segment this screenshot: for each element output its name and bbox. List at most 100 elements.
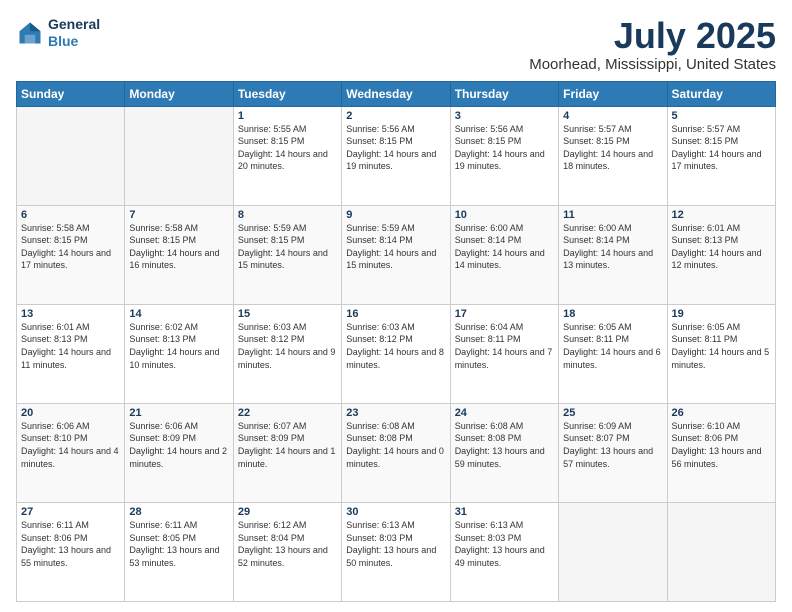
calendar-week-5: 27Sunrise: 6:11 AM Sunset: 8:06 PM Dayli… (17, 502, 776, 601)
day-info: Sunrise: 6:08 AM Sunset: 8:08 PM Dayligh… (346, 420, 445, 470)
day-info: Sunrise: 6:06 AM Sunset: 8:10 PM Dayligh… (21, 420, 120, 470)
calendar-cell: 16Sunrise: 6:03 AM Sunset: 8:12 PM Dayli… (342, 304, 450, 403)
calendar-cell: 21Sunrise: 6:06 AM Sunset: 8:09 PM Dayli… (125, 403, 233, 502)
day-info: Sunrise: 5:58 AM Sunset: 8:15 PM Dayligh… (21, 222, 120, 272)
calendar-cell: 23Sunrise: 6:08 AM Sunset: 8:08 PM Dayli… (342, 403, 450, 502)
day-number: 19 (672, 308, 771, 320)
day-info: Sunrise: 6:03 AM Sunset: 8:12 PM Dayligh… (346, 321, 445, 371)
calendar-cell: 13Sunrise: 6:01 AM Sunset: 8:13 PM Dayli… (17, 304, 125, 403)
col-header-saturday: Saturday (667, 81, 775, 106)
calendar-cell (17, 106, 125, 205)
calendar-cell: 8Sunrise: 5:59 AM Sunset: 8:15 PM Daylig… (233, 205, 341, 304)
calendar-cell: 14Sunrise: 6:02 AM Sunset: 8:13 PM Dayli… (125, 304, 233, 403)
calendar-week-4: 20Sunrise: 6:06 AM Sunset: 8:10 PM Dayli… (17, 403, 776, 502)
day-info: Sunrise: 5:57 AM Sunset: 8:15 PM Dayligh… (672, 123, 771, 173)
day-number: 4 (563, 110, 662, 122)
day-number: 14 (129, 308, 228, 320)
day-info: Sunrise: 5:57 AM Sunset: 8:15 PM Dayligh… (563, 123, 662, 173)
day-number: 24 (455, 407, 554, 419)
day-info: Sunrise: 6:05 AM Sunset: 8:11 PM Dayligh… (672, 321, 771, 371)
calendar-cell: 7Sunrise: 5:58 AM Sunset: 8:15 PM Daylig… (125, 205, 233, 304)
title-block: July 2025 Moorhead, Mississippi, United … (529, 16, 776, 73)
day-number: 22 (238, 407, 337, 419)
day-number: 10 (455, 209, 554, 221)
calendar-cell: 29Sunrise: 6:12 AM Sunset: 8:04 PM Dayli… (233, 502, 341, 601)
logo-general: General (48, 16, 100, 33)
day-number: 2 (346, 110, 445, 122)
calendar-week-1: 1Sunrise: 5:55 AM Sunset: 8:15 PM Daylig… (17, 106, 776, 205)
day-info: Sunrise: 6:10 AM Sunset: 8:06 PM Dayligh… (672, 420, 771, 470)
day-number: 6 (21, 209, 120, 221)
logo-blue: Blue (48, 33, 100, 50)
day-info: Sunrise: 5:58 AM Sunset: 8:15 PM Dayligh… (129, 222, 228, 272)
subtitle: Moorhead, Mississippi, United States (529, 56, 776, 73)
calendar-cell: 3Sunrise: 5:56 AM Sunset: 8:15 PM Daylig… (450, 106, 558, 205)
day-number: 26 (672, 407, 771, 419)
day-number: 18 (563, 308, 662, 320)
day-number: 13 (21, 308, 120, 320)
day-number: 29 (238, 506, 337, 518)
day-info: Sunrise: 6:05 AM Sunset: 8:11 PM Dayligh… (563, 321, 662, 371)
main-title: July 2025 (529, 16, 776, 56)
day-info: Sunrise: 5:56 AM Sunset: 8:15 PM Dayligh… (346, 123, 445, 173)
calendar-week-2: 6Sunrise: 5:58 AM Sunset: 8:15 PM Daylig… (17, 205, 776, 304)
calendar-cell: 15Sunrise: 6:03 AM Sunset: 8:12 PM Dayli… (233, 304, 341, 403)
day-number: 31 (455, 506, 554, 518)
day-number: 8 (238, 209, 337, 221)
calendar-cell: 5Sunrise: 5:57 AM Sunset: 8:15 PM Daylig… (667, 106, 775, 205)
logo: General Blue (16, 16, 100, 50)
calendar-cell (667, 502, 775, 601)
calendar-cell: 26Sunrise: 6:10 AM Sunset: 8:06 PM Dayli… (667, 403, 775, 502)
calendar-cell: 4Sunrise: 5:57 AM Sunset: 8:15 PM Daylig… (559, 106, 667, 205)
day-info: Sunrise: 6:09 AM Sunset: 8:07 PM Dayligh… (563, 420, 662, 470)
header-row: SundayMondayTuesdayWednesdayThursdayFrid… (17, 81, 776, 106)
calendar-table: SundayMondayTuesdayWednesdayThursdayFrid… (16, 81, 776, 602)
day-info: Sunrise: 6:08 AM Sunset: 8:08 PM Dayligh… (455, 420, 554, 470)
day-number: 12 (672, 209, 771, 221)
calendar-cell: 2Sunrise: 5:56 AM Sunset: 8:15 PM Daylig… (342, 106, 450, 205)
day-info: Sunrise: 5:59 AM Sunset: 8:14 PM Dayligh… (346, 222, 445, 272)
day-number: 28 (129, 506, 228, 518)
calendar-cell (559, 502, 667, 601)
day-info: Sunrise: 6:01 AM Sunset: 8:13 PM Dayligh… (21, 321, 120, 371)
calendar-cell: 24Sunrise: 6:08 AM Sunset: 8:08 PM Dayli… (450, 403, 558, 502)
day-info: Sunrise: 5:55 AM Sunset: 8:15 PM Dayligh… (238, 123, 337, 173)
day-number: 25 (563, 407, 662, 419)
day-number: 11 (563, 209, 662, 221)
day-info: Sunrise: 5:59 AM Sunset: 8:15 PM Dayligh… (238, 222, 337, 272)
day-number: 16 (346, 308, 445, 320)
calendar-cell: 9Sunrise: 5:59 AM Sunset: 8:14 PM Daylig… (342, 205, 450, 304)
day-info: Sunrise: 6:04 AM Sunset: 8:11 PM Dayligh… (455, 321, 554, 371)
day-number: 27 (21, 506, 120, 518)
calendar-cell: 10Sunrise: 6:00 AM Sunset: 8:14 PM Dayli… (450, 205, 558, 304)
calendar-cell: 11Sunrise: 6:00 AM Sunset: 8:14 PM Dayli… (559, 205, 667, 304)
calendar-cell: 27Sunrise: 6:11 AM Sunset: 8:06 PM Dayli… (17, 502, 125, 601)
page: General Blue July 2025 Moorhead, Mississ… (0, 0, 792, 612)
day-info: Sunrise: 6:02 AM Sunset: 8:13 PM Dayligh… (129, 321, 228, 371)
calendar-cell: 30Sunrise: 6:13 AM Sunset: 8:03 PM Dayli… (342, 502, 450, 601)
day-info: Sunrise: 5:56 AM Sunset: 8:15 PM Dayligh… (455, 123, 554, 173)
logo-icon (16, 19, 44, 47)
day-info: Sunrise: 6:06 AM Sunset: 8:09 PM Dayligh… (129, 420, 228, 470)
calendar-cell: 18Sunrise: 6:05 AM Sunset: 8:11 PM Dayli… (559, 304, 667, 403)
day-info: Sunrise: 6:11 AM Sunset: 8:05 PM Dayligh… (129, 519, 228, 569)
day-number: 20 (21, 407, 120, 419)
day-info: Sunrise: 6:07 AM Sunset: 8:09 PM Dayligh… (238, 420, 337, 470)
day-info: Sunrise: 6:13 AM Sunset: 8:03 PM Dayligh… (455, 519, 554, 569)
day-info: Sunrise: 6:00 AM Sunset: 8:14 PM Dayligh… (563, 222, 662, 272)
calendar-cell: 20Sunrise: 6:06 AM Sunset: 8:10 PM Dayli… (17, 403, 125, 502)
header: General Blue July 2025 Moorhead, Mississ… (16, 16, 776, 73)
calendar-cell: 25Sunrise: 6:09 AM Sunset: 8:07 PM Dayli… (559, 403, 667, 502)
day-number: 21 (129, 407, 228, 419)
calendar-cell: 19Sunrise: 6:05 AM Sunset: 8:11 PM Dayli… (667, 304, 775, 403)
col-header-thursday: Thursday (450, 81, 558, 106)
calendar-cell: 12Sunrise: 6:01 AM Sunset: 8:13 PM Dayli… (667, 205, 775, 304)
calendar-cell: 31Sunrise: 6:13 AM Sunset: 8:03 PM Dayli… (450, 502, 558, 601)
day-number: 30 (346, 506, 445, 518)
day-number: 1 (238, 110, 337, 122)
day-number: 17 (455, 308, 554, 320)
day-info: Sunrise: 6:13 AM Sunset: 8:03 PM Dayligh… (346, 519, 445, 569)
day-info: Sunrise: 6:11 AM Sunset: 8:06 PM Dayligh… (21, 519, 120, 569)
calendar-cell: 17Sunrise: 6:04 AM Sunset: 8:11 PM Dayli… (450, 304, 558, 403)
calendar-cell: 1Sunrise: 5:55 AM Sunset: 8:15 PM Daylig… (233, 106, 341, 205)
